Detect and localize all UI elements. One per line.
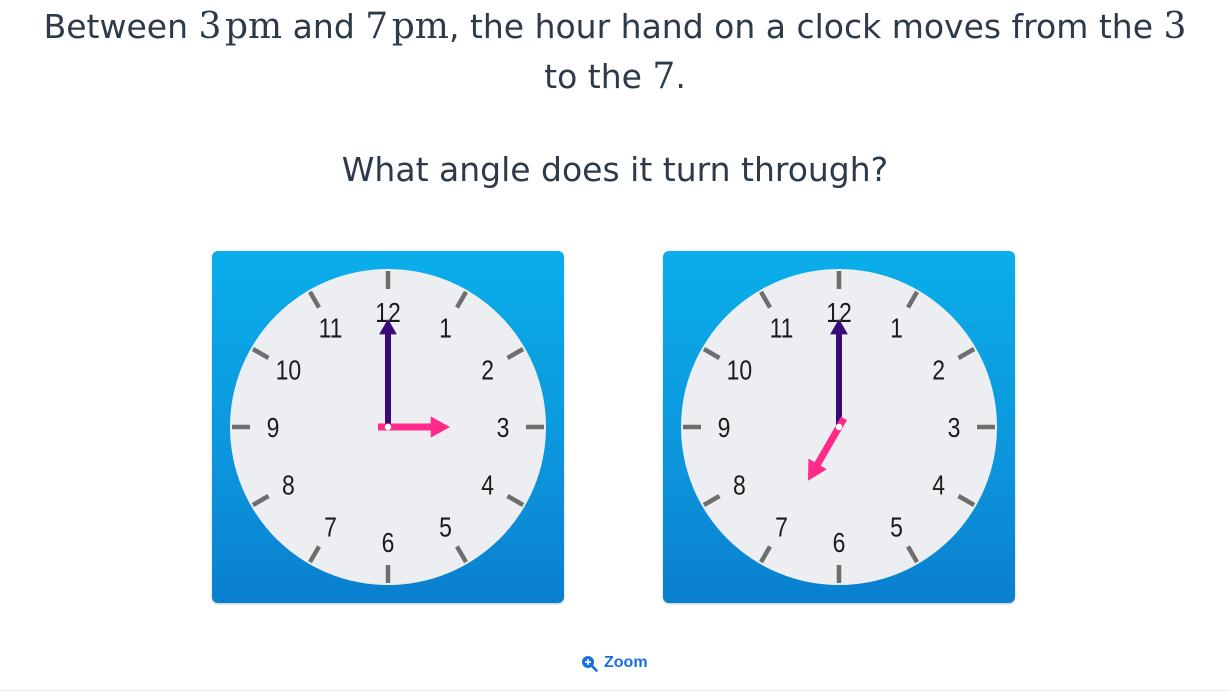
prompt-text: to the <box>544 57 653 96</box>
clock-number: 6 <box>833 528 846 559</box>
prompt-text: Between <box>43 7 199 46</box>
clock-number: 4 <box>932 470 945 501</box>
prompt-text: and <box>282 7 366 46</box>
clock-number: 9 <box>267 413 280 444</box>
clock-center-pin <box>835 423 843 431</box>
clock-number: 9 <box>718 413 731 444</box>
clock-number: 4 <box>481 470 494 501</box>
clock-face-svg: 121234567891011 <box>681 269 997 585</box>
clock-7pm: 12 1 2 3 4 5 6 7 8 9 10 11 <box>663 251 1015 603</box>
clock-number: 3 <box>497 413 510 444</box>
clock-3pm: 12 1 2 3 4 5 6 7 8 9 10 11 <box>212 251 564 603</box>
clock-number: 10 <box>276 355 302 386</box>
prompt-text: . <box>675 57 686 96</box>
math-value: 3 <box>1163 6 1187 47</box>
clock-number: 8 <box>282 470 295 501</box>
zoom-button[interactable]: Zoom <box>581 652 648 674</box>
clock-number: 7 <box>775 513 788 544</box>
prompt-line-1: Between 3 pm and 7 pm, the hour hand on … <box>0 7 1230 47</box>
clock-center-pin <box>384 423 392 431</box>
clock-number: 8 <box>733 470 746 501</box>
clock-number: 5 <box>439 513 452 544</box>
math-value: 3 <box>198 6 222 47</box>
clock-number: 1 <box>890 313 903 344</box>
clock-number: 1 <box>439 313 452 344</box>
divider <box>0 690 1230 691</box>
clock-number: 5 <box>890 513 903 544</box>
prompt-text: , the hour hand on a clock moves from th… <box>448 7 1164 46</box>
clock-number: 2 <box>932 355 945 386</box>
clock-number: 11 <box>770 313 794 344</box>
prompt-line-2: to the 7. <box>0 57 1230 97</box>
clock-number: 7 <box>324 513 337 544</box>
clock-number: 11 <box>319 313 343 344</box>
zoom-label: Zoom <box>604 654 648 671</box>
math-unit: pm <box>391 6 449 47</box>
clock-number: 2 <box>481 355 494 386</box>
clock-number: 6 <box>382 528 395 559</box>
clock-number: 10 <box>727 355 753 386</box>
clock-number: 3 <box>948 413 961 444</box>
clock-face-svg: 121234567891011 <box>230 269 546 585</box>
math-value: 7 <box>365 6 389 47</box>
math-unit: pm <box>225 6 283 47</box>
question-text: What angle does it turn through? <box>341 150 889 189</box>
math-value: 7 <box>652 56 676 97</box>
question-panel: Between 3 pm and 7 pm, the hour hand on … <box>0 0 1230 693</box>
zoom-in-icon <box>581 655 598 672</box>
